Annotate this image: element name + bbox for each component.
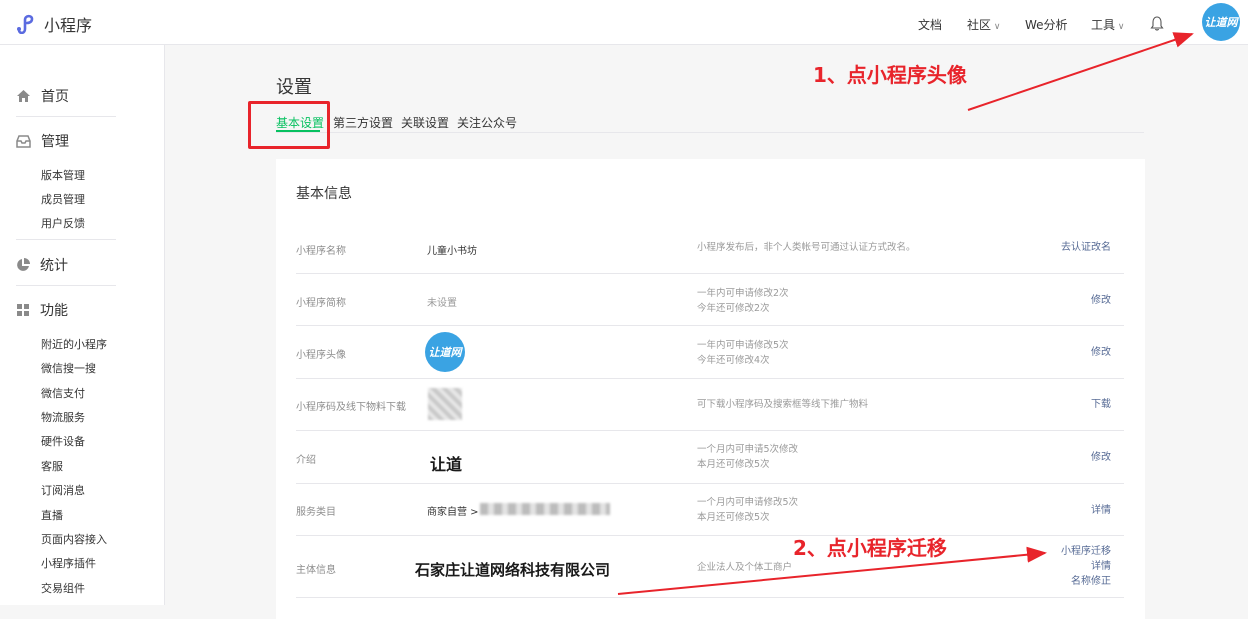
sidebar-item-pay[interactable]: 微信支付	[41, 385, 85, 401]
chevron-down-icon: ∨	[991, 22, 1001, 32]
nav-we-analytics[interactable]: We分析	[1025, 16, 1068, 33]
row-label: 介绍	[296, 455, 316, 466]
download-link[interactable]: 下载	[1091, 397, 1111, 412]
tab-third-party-settings[interactable]: 第三方设置	[333, 114, 393, 131]
row-divider	[296, 535, 1124, 536]
sidebar-item-subscribe[interactable]: 订阅消息	[41, 482, 85, 498]
entity-actions: 小程序迁移 详情 名称修正	[1061, 544, 1111, 589]
row-divider	[296, 430, 1124, 431]
row-desc: 一年内可申请修改2次 今年还可修改2次	[697, 288, 789, 314]
sidebar-item-features[interactable]: 功能	[16, 300, 68, 320]
row-desc: 一个月内可申请修改5次 本月还可修改5次	[697, 497, 799, 523]
sidebar-item-content-access[interactable]: 页面内容接入	[41, 531, 107, 547]
sidebar-item-user-feedback[interactable]: 用户反馈	[41, 215, 85, 231]
edit-short-name-link[interactable]: 修改	[1091, 293, 1111, 308]
row-divider	[296, 325, 1124, 326]
mini-program-avatar-image: 让道网	[425, 332, 465, 372]
sidebar-item-version-manage[interactable]: 版本管理	[41, 167, 85, 183]
row-desc: 一年内可申请修改5次 今年还可修改4次	[697, 340, 789, 366]
nav-tools[interactable]: 工具 ∨	[1091, 16, 1124, 33]
entity-name-value: 石家庄让道网络科技有限公司	[415, 561, 611, 579]
bell-icon[interactable]	[1150, 16, 1164, 31]
name-correction-link[interactable]: 名称修正	[1061, 574, 1111, 589]
divider	[16, 285, 116, 286]
intro-value: 让道	[430, 455, 463, 474]
category-details-link[interactable]: 详情	[1091, 503, 1111, 518]
entity-details-link[interactable]: 详情	[1061, 559, 1111, 574]
sidebar-item-hardware[interactable]: 硬件设备	[41, 433, 85, 449]
inbox-icon	[16, 134, 31, 148]
row-label: 服务类目	[296, 507, 336, 518]
home-icon	[17, 90, 30, 102]
app-title: 小程序	[44, 16, 93, 35]
sidebar-item-manage[interactable]: 管理	[16, 131, 69, 151]
nav-community[interactable]: 社区 ∨	[967, 16, 1000, 33]
sidebar	[0, 45, 165, 605]
sidebar-item-stats[interactable]: 统计	[16, 255, 68, 275]
divider	[16, 239, 116, 240]
logo[interactable]: 小程序	[16, 12, 92, 36]
sidebar-item-nearby[interactable]: 附近的小程序	[41, 336, 107, 352]
divider	[16, 116, 116, 117]
grid-icon	[17, 304, 29, 316]
short-name-value: 未设置	[427, 298, 457, 309]
row-label: 主体信息	[296, 565, 336, 576]
pie-chart-icon	[17, 258, 30, 271]
service-category-value: 商家自营 >	[427, 507, 479, 518]
top-bar: 小程序 文档 社区 ∨ We分析 工具 ∨ 让道网	[0, 0, 1248, 45]
basic-info-card	[276, 159, 1145, 619]
edit-avatar-link[interactable]: 修改	[1091, 345, 1111, 360]
row-label: 小程序简称	[296, 298, 346, 309]
sidebar-item-live[interactable]: 直播	[41, 507, 63, 523]
row-desc: 一个月内可申请5次修改 本月还可修改5次	[697, 444, 799, 470]
sidebar-item-search[interactable]: 微信搜一搜	[41, 360, 96, 376]
annotation-step-1: 1、点小程序头像	[813, 63, 967, 87]
nav-docs[interactable]: 文档	[918, 16, 942, 33]
sidebar-item-trade-component[interactable]: 交易组件	[41, 580, 85, 596]
mini-program-logo-icon	[17, 14, 34, 34]
certify-rename-link[interactable]: 去认证改名	[1061, 240, 1111, 255]
row-label: 小程序名称	[296, 246, 346, 257]
sidebar-item-customer-service[interactable]: 客服	[41, 458, 63, 474]
card-title: 基本信息	[296, 186, 352, 202]
sidebar-item-member-manage[interactable]: 成员管理	[41, 191, 85, 207]
annotation-step-2: 2、点小程序迁移	[793, 536, 947, 560]
sidebar-item-logistics[interactable]: 物流服务	[41, 409, 85, 425]
mini-program-name-value: 儿童小书坊	[427, 246, 477, 257]
row-divider	[296, 273, 1124, 274]
row-divider	[296, 483, 1124, 484]
sidebar-item-home[interactable]: 首页	[16, 86, 69, 106]
tab-divider	[276, 132, 1144, 133]
tab-related-settings[interactable]: 关联设置	[401, 114, 449, 131]
row-desc: 小程序发布后，非个人类帐号可通过认证方式改名。	[697, 242, 916, 253]
qr-code-image	[428, 388, 462, 420]
annotation-highlight-box	[248, 101, 330, 149]
edit-intro-link[interactable]: 修改	[1091, 450, 1111, 465]
row-desc: 企业法人及个体工商户	[697, 562, 793, 573]
mini-program-avatar-button[interactable]: 让道网	[1202, 3, 1240, 41]
migrate-mini-program-link[interactable]: 小程序迁移	[1061, 544, 1111, 559]
row-label: 小程序码及线下物料下载	[296, 402, 406, 413]
page-title: 设置	[276, 77, 312, 98]
row-divider	[296, 378, 1124, 379]
row-label: 小程序头像	[296, 350, 346, 361]
redacted-category	[480, 503, 610, 515]
row-desc: 可下载小程序码及搜索框等线下推广物料	[697, 399, 869, 410]
row-divider	[296, 597, 1124, 598]
chevron-down-icon: ∨	[1115, 22, 1125, 32]
tab-follow-official-account[interactable]: 关注公众号	[457, 114, 517, 131]
sidebar-item-plugins[interactable]: 小程序插件	[41, 555, 96, 571]
